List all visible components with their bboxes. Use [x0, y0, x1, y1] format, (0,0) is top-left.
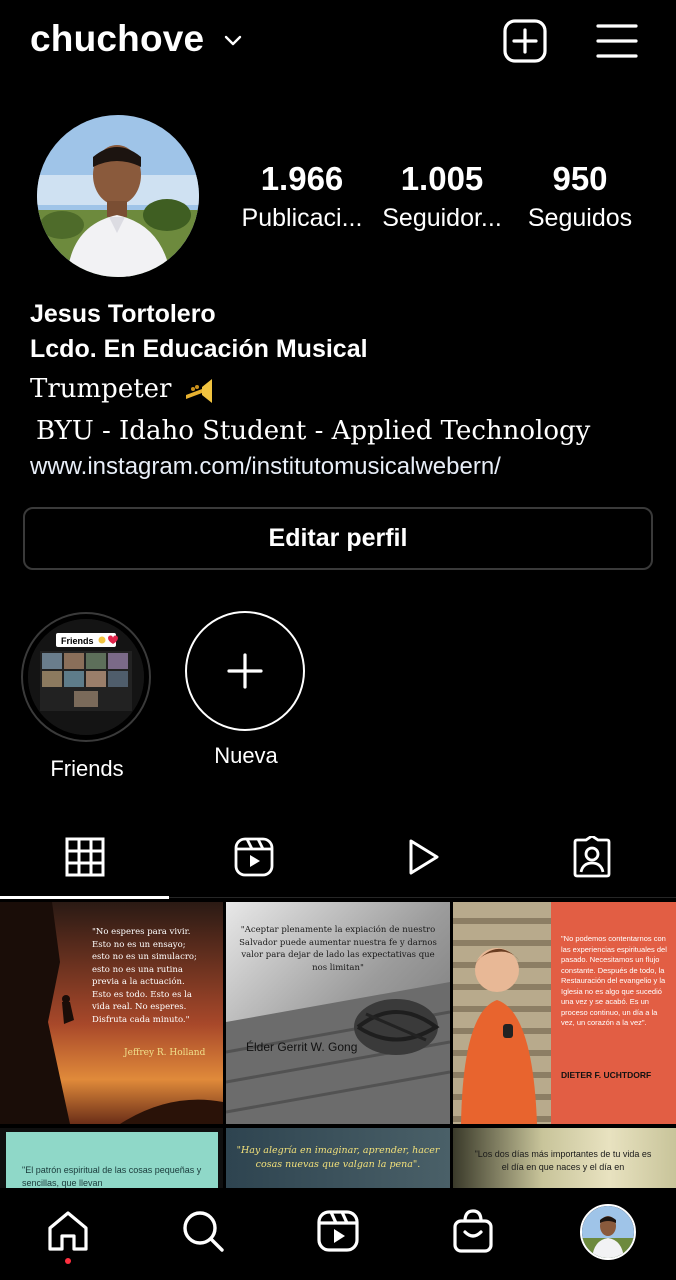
post-quote: "Los dos días más importantes de tu vida…: [474, 1149, 652, 1172]
tagged-icon: [573, 836, 610, 878]
post-author: Élder Gerrit W. Gong: [246, 1040, 358, 1054]
profile-link[interactable]: www.instagram.com/institutomusicalwebern…: [30, 453, 501, 481]
post-quote: "Aceptar plenamente la expiación de nues…: [239, 925, 437, 973]
profile-title: Lcdo. En Educación Musical: [30, 335, 368, 363]
bottom-nav: [0, 1188, 676, 1280]
post-tile[interactable]: "No esperes para vivir. Esto no es un en…: [0, 902, 223, 1124]
followers-count-label: Seguidor...: [382, 204, 502, 232]
nav-shop[interactable]: [448, 1206, 498, 1256]
username-switcher[interactable]: chuchove: [30, 18, 204, 60]
notification-dot: [65, 1258, 71, 1264]
tab-reels[interactable]: [169, 815, 338, 899]
bio-line: BYU - Idaho Student - Applied Technology: [36, 416, 591, 446]
friends-collage: Friends: [28, 619, 144, 735]
reels-icon: [317, 1210, 359, 1252]
highlight-label: Friends: [50, 756, 124, 781]
profile-tabs: [0, 815, 676, 899]
following-count[interactable]: 950 Seguidos: [514, 160, 646, 233]
post-quote: "El patrón espiritual de las cosas peque…: [22, 1165, 202, 1188]
new-highlight-ring: [185, 611, 305, 731]
highlight-new[interactable]: Nueva: [185, 611, 307, 769]
nav-home[interactable]: [43, 1206, 93, 1256]
profile-avatar[interactable]: [37, 115, 199, 277]
profile-name: Jesus Tortolero: [30, 300, 216, 328]
grid-icon: [65, 837, 104, 877]
following-count-label: Seguidos: [527, 204, 633, 232]
nav-search[interactable]: [178, 1206, 228, 1256]
menu-icon[interactable]: [594, 18, 640, 64]
post-quote: "No podemos contentarnos con las experie…: [561, 934, 667, 1027]
top-bar: chuchove: [0, 0, 676, 84]
plus-icon: [227, 653, 263, 689]
bio-text: Trumpeter: [30, 374, 172, 404]
profile-photo: [582, 1206, 634, 1258]
post-tile[interactable]: "Los dos días más importantes de tu vida…: [453, 1128, 676, 1190]
highlight-cover-text: Friends: [61, 636, 94, 646]
add-post-icon[interactable]: [502, 18, 548, 64]
chevron-down-icon[interactable]: [222, 30, 244, 52]
post-tile[interactable]: "Aceptar plenamente la expiación de nues…: [226, 902, 450, 1124]
tab-grid[interactable]: [0, 815, 169, 899]
posts-count-value: 1.966: [260, 160, 344, 197]
followers-count-value: 1.005: [400, 160, 484, 197]
shop-icon: [453, 1209, 493, 1253]
highlight-friends[interactable]: Friends Friends: [21, 612, 153, 782]
edit-profile-button[interactable]: Editar perfil: [23, 507, 653, 570]
post-quote: "No esperes para vivir. Esto no es un en…: [92, 927, 197, 1025]
bio-line: Trumpeter: [30, 374, 214, 404]
highlight-label: Nueva: [214, 743, 278, 768]
highlight-cover: Friends: [28, 619, 144, 735]
posts-grid: "No esperes para vivir. Esto no es un en…: [0, 902, 676, 1190]
following-count-value: 950: [552, 160, 608, 197]
reels-icon: [234, 837, 273, 877]
posts-count-label: Publicaci...: [241, 204, 363, 232]
posts-count[interactable]: 1.966 Publicaci...: [236, 160, 368, 233]
nav-profile-avatar[interactable]: [580, 1204, 636, 1260]
post-author: DIETER F. UCHTDORF: [561, 1070, 652, 1080]
nav-reels[interactable]: [313, 1206, 363, 1256]
tabs-divider: [169, 897, 676, 898]
post-tile[interactable]: "El patrón espiritual de las cosas peque…: [0, 1128, 223, 1190]
post-author: Jeffrey R. Holland: [124, 1048, 206, 1058]
tab-videos[interactable]: [338, 815, 507, 899]
followers-count[interactable]: 1.005 Seguidor...: [376, 160, 508, 233]
post-quote: "Hay alegría en imaginar, aprender, hace…: [236, 1145, 440, 1170]
home-icon: [48, 1211, 88, 1251]
tab-tagged[interactable]: [507, 815, 676, 899]
highlight-ring: Friends: [21, 612, 151, 742]
post-tile[interactable]: "Hay alegría en imaginar, aprender, hace…: [226, 1128, 450, 1190]
post-tile[interactable]: "No podemos contentarnos con las experie…: [453, 902, 676, 1124]
profile-photo: [37, 115, 199, 277]
trumpet-icon: [185, 379, 212, 403]
search-icon: [183, 1211, 224, 1252]
play-icon: [409, 839, 438, 875]
